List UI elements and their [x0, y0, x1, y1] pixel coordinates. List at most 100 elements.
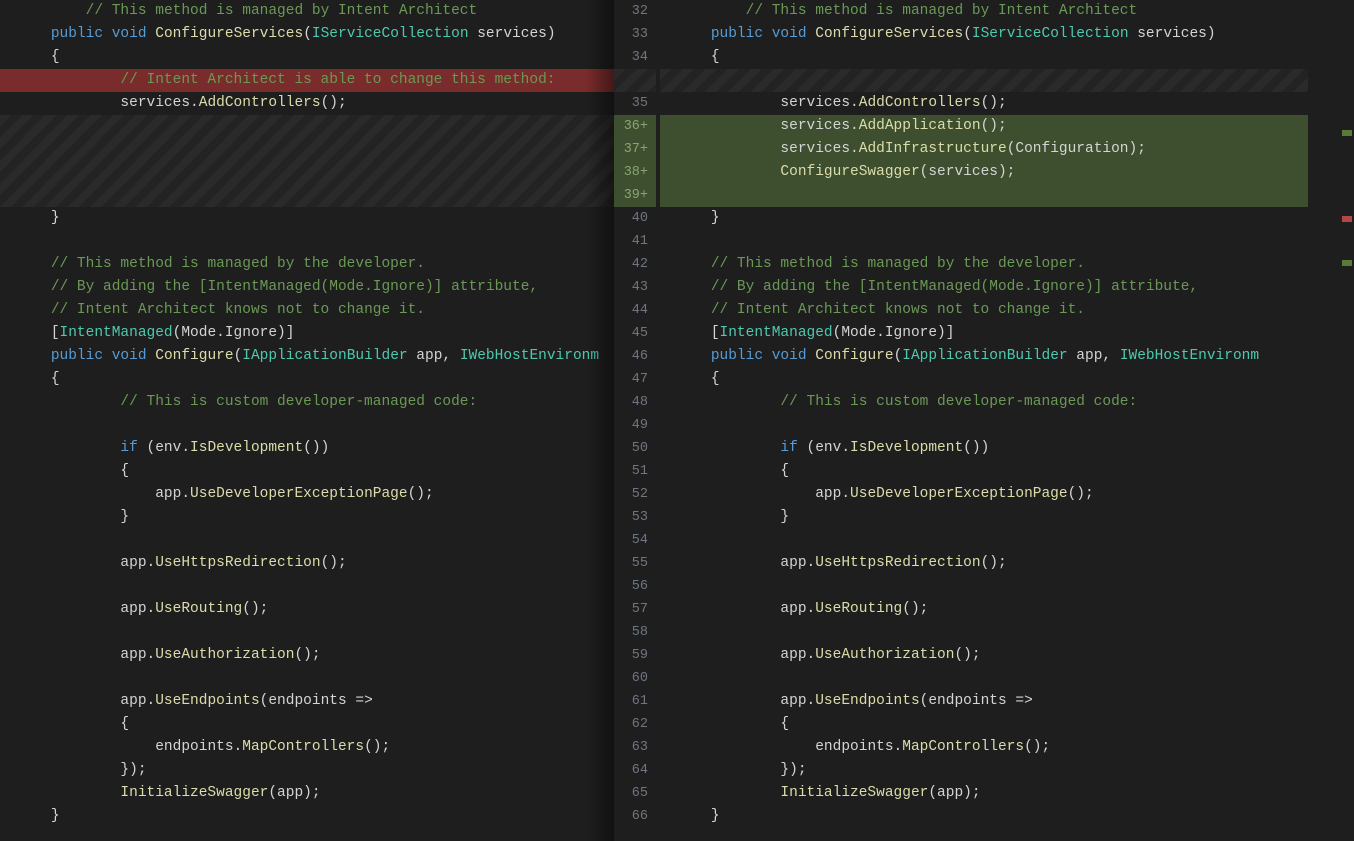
minimap-marker[interactable] — [1342, 130, 1352, 136]
code-line[interactable]: } — [660, 805, 1354, 828]
code-line[interactable]: { — [0, 46, 614, 69]
code-line[interactable] — [0, 115, 614, 138]
code-line[interactable]: InitializeSwagger(app); — [0, 782, 614, 805]
code-line[interactable]: if (env.IsDevelopment()) — [660, 437, 1354, 460]
code-line[interactable]: // Intent Architect knows not to change … — [660, 299, 1354, 322]
line-number[interactable]: 41 — [614, 230, 656, 253]
line-number[interactable]: 51 — [614, 460, 656, 483]
line-number[interactable]: 43 — [614, 276, 656, 299]
line-number[interactable]: 59 — [614, 644, 656, 667]
line-number[interactable]: 54 — [614, 529, 656, 552]
code-line[interactable]: app.UseHttpsRedirection(); — [0, 552, 614, 575]
code-line[interactable] — [0, 667, 614, 690]
code-line[interactable]: // This method is managed by Intent Arch… — [660, 0, 1354, 23]
minimap[interactable] — [1308, 0, 1354, 841]
code-line[interactable]: } — [660, 506, 1354, 529]
code-line[interactable]: app.UseRouting(); — [0, 598, 614, 621]
code-line[interactable]: ConfigureSwagger(services); — [660, 161, 1354, 184]
code-line[interactable]: [IntentManaged(Mode.Ignore)] — [660, 322, 1354, 345]
code-line[interactable]: // This is custom developer-managed code… — [0, 391, 614, 414]
line-number[interactable]: 40 — [614, 207, 656, 230]
line-number[interactable]: 56 — [614, 575, 656, 598]
line-number[interactable]: 37+ — [614, 138, 656, 161]
code-line[interactable]: // By adding the [IntentManaged(Mode.Ign… — [0, 276, 614, 299]
line-number[interactable]: 53 — [614, 506, 656, 529]
line-number-gutter[interactable]: 3233343536+37+38+39+40414243444546474849… — [614, 0, 660, 841]
code-line[interactable]: }); — [660, 759, 1354, 782]
code-line[interactable] — [660, 414, 1354, 437]
line-number[interactable]: 62 — [614, 713, 656, 736]
code-line[interactable] — [660, 529, 1354, 552]
code-line[interactable]: { — [0, 713, 614, 736]
code-line[interactable]: app.UseAuthorization(); — [660, 644, 1354, 667]
line-number[interactable]: 48 — [614, 391, 656, 414]
line-number[interactable]: 38+ — [614, 161, 656, 184]
line-number[interactable]: 60 — [614, 667, 656, 690]
code-line[interactable]: // By adding the [IntentManaged(Mode.Ign… — [660, 276, 1354, 299]
code-line[interactable]: services.AddApplication(); — [660, 115, 1354, 138]
code-line[interactable] — [0, 414, 614, 437]
code-line[interactable] — [0, 575, 614, 598]
line-number[interactable]: 32 — [614, 0, 656, 23]
line-number[interactable]: 35 — [614, 92, 656, 115]
line-number[interactable]: 34 — [614, 46, 656, 69]
code-line[interactable]: app.UseAuthorization(); — [0, 644, 614, 667]
line-number[interactable]: 63 — [614, 736, 656, 759]
right-code-pane[interactable]: // This method is managed by Intent Arch… — [660, 0, 1354, 841]
code-line[interactable]: { — [660, 460, 1354, 483]
code-line[interactable] — [0, 184, 614, 207]
code-line[interactable]: // This method is managed by the develop… — [660, 253, 1354, 276]
code-line[interactable] — [0, 529, 614, 552]
code-line[interactable]: InitializeSwagger(app); — [660, 782, 1354, 805]
code-line[interactable] — [0, 161, 614, 184]
code-line[interactable]: if (env.IsDevelopment()) — [0, 437, 614, 460]
code-line[interactable]: } — [0, 805, 614, 828]
code-line[interactable]: endpoints.MapControllers(); — [0, 736, 614, 759]
line-number[interactable]: 46 — [614, 345, 656, 368]
left-code-pane[interactable]: // This method is managed by Intent Arch… — [0, 0, 614, 841]
code-line[interactable]: app.UseDeveloperExceptionPage(); — [0, 483, 614, 506]
line-number[interactable]: 50 — [614, 437, 656, 460]
code-line[interactable]: services.AddControllers(); — [660, 92, 1354, 115]
code-line[interactable]: // This method is managed by the develop… — [0, 253, 614, 276]
code-line[interactable]: public void ConfigureServices(IServiceCo… — [660, 23, 1354, 46]
line-number[interactable]: 52 — [614, 483, 656, 506]
code-line[interactable]: { — [660, 713, 1354, 736]
minimap-marker[interactable] — [1342, 216, 1352, 222]
line-number[interactable] — [614, 69, 656, 92]
line-number[interactable]: 66 — [614, 805, 656, 828]
code-line[interactable] — [0, 621, 614, 644]
line-number[interactable]: 42 — [614, 253, 656, 276]
code-line[interactable]: // This is custom developer-managed code… — [660, 391, 1354, 414]
code-line[interactable]: { — [0, 368, 614, 391]
code-line[interactable]: public void Configure(IApplicationBuilde… — [0, 345, 614, 368]
code-line[interactable] — [0, 230, 614, 253]
code-line[interactable] — [660, 184, 1354, 207]
code-line[interactable]: services.AddControllers(); — [0, 92, 614, 115]
code-line[interactable]: // Intent Architect is able to change th… — [0, 69, 614, 92]
code-line[interactable]: services.AddInfrastructure(Configuration… — [660, 138, 1354, 161]
line-number[interactable]: 58 — [614, 621, 656, 644]
line-number[interactable]: 55 — [614, 552, 656, 575]
line-number[interactable]: 61 — [614, 690, 656, 713]
code-line[interactable] — [660, 667, 1354, 690]
code-line[interactable]: { — [660, 368, 1354, 391]
code-line[interactable]: { — [0, 460, 614, 483]
line-number[interactable]: 39+ — [614, 184, 656, 207]
code-line[interactable]: app.UseEndpoints(endpoints => — [660, 690, 1354, 713]
code-line[interactable] — [660, 621, 1354, 644]
code-line[interactable] — [660, 69, 1354, 92]
diff-editor[interactable]: // This method is managed by Intent Arch… — [0, 0, 1354, 841]
code-line[interactable]: } — [660, 207, 1354, 230]
code-line[interactable]: }); — [0, 759, 614, 782]
code-line[interactable]: // This method is managed by Intent Arch… — [0, 0, 614, 23]
line-number[interactable]: 49 — [614, 414, 656, 437]
minimap-marker[interactable] — [1342, 260, 1352, 266]
line-number[interactable]: 65 — [614, 782, 656, 805]
code-line[interactable]: app.UseEndpoints(endpoints => — [0, 690, 614, 713]
code-line[interactable]: app.UseHttpsRedirection(); — [660, 552, 1354, 575]
code-line[interactable] — [660, 230, 1354, 253]
code-line[interactable]: public void Configure(IApplicationBuilde… — [660, 345, 1354, 368]
line-number[interactable]: 57 — [614, 598, 656, 621]
line-number[interactable]: 64 — [614, 759, 656, 782]
